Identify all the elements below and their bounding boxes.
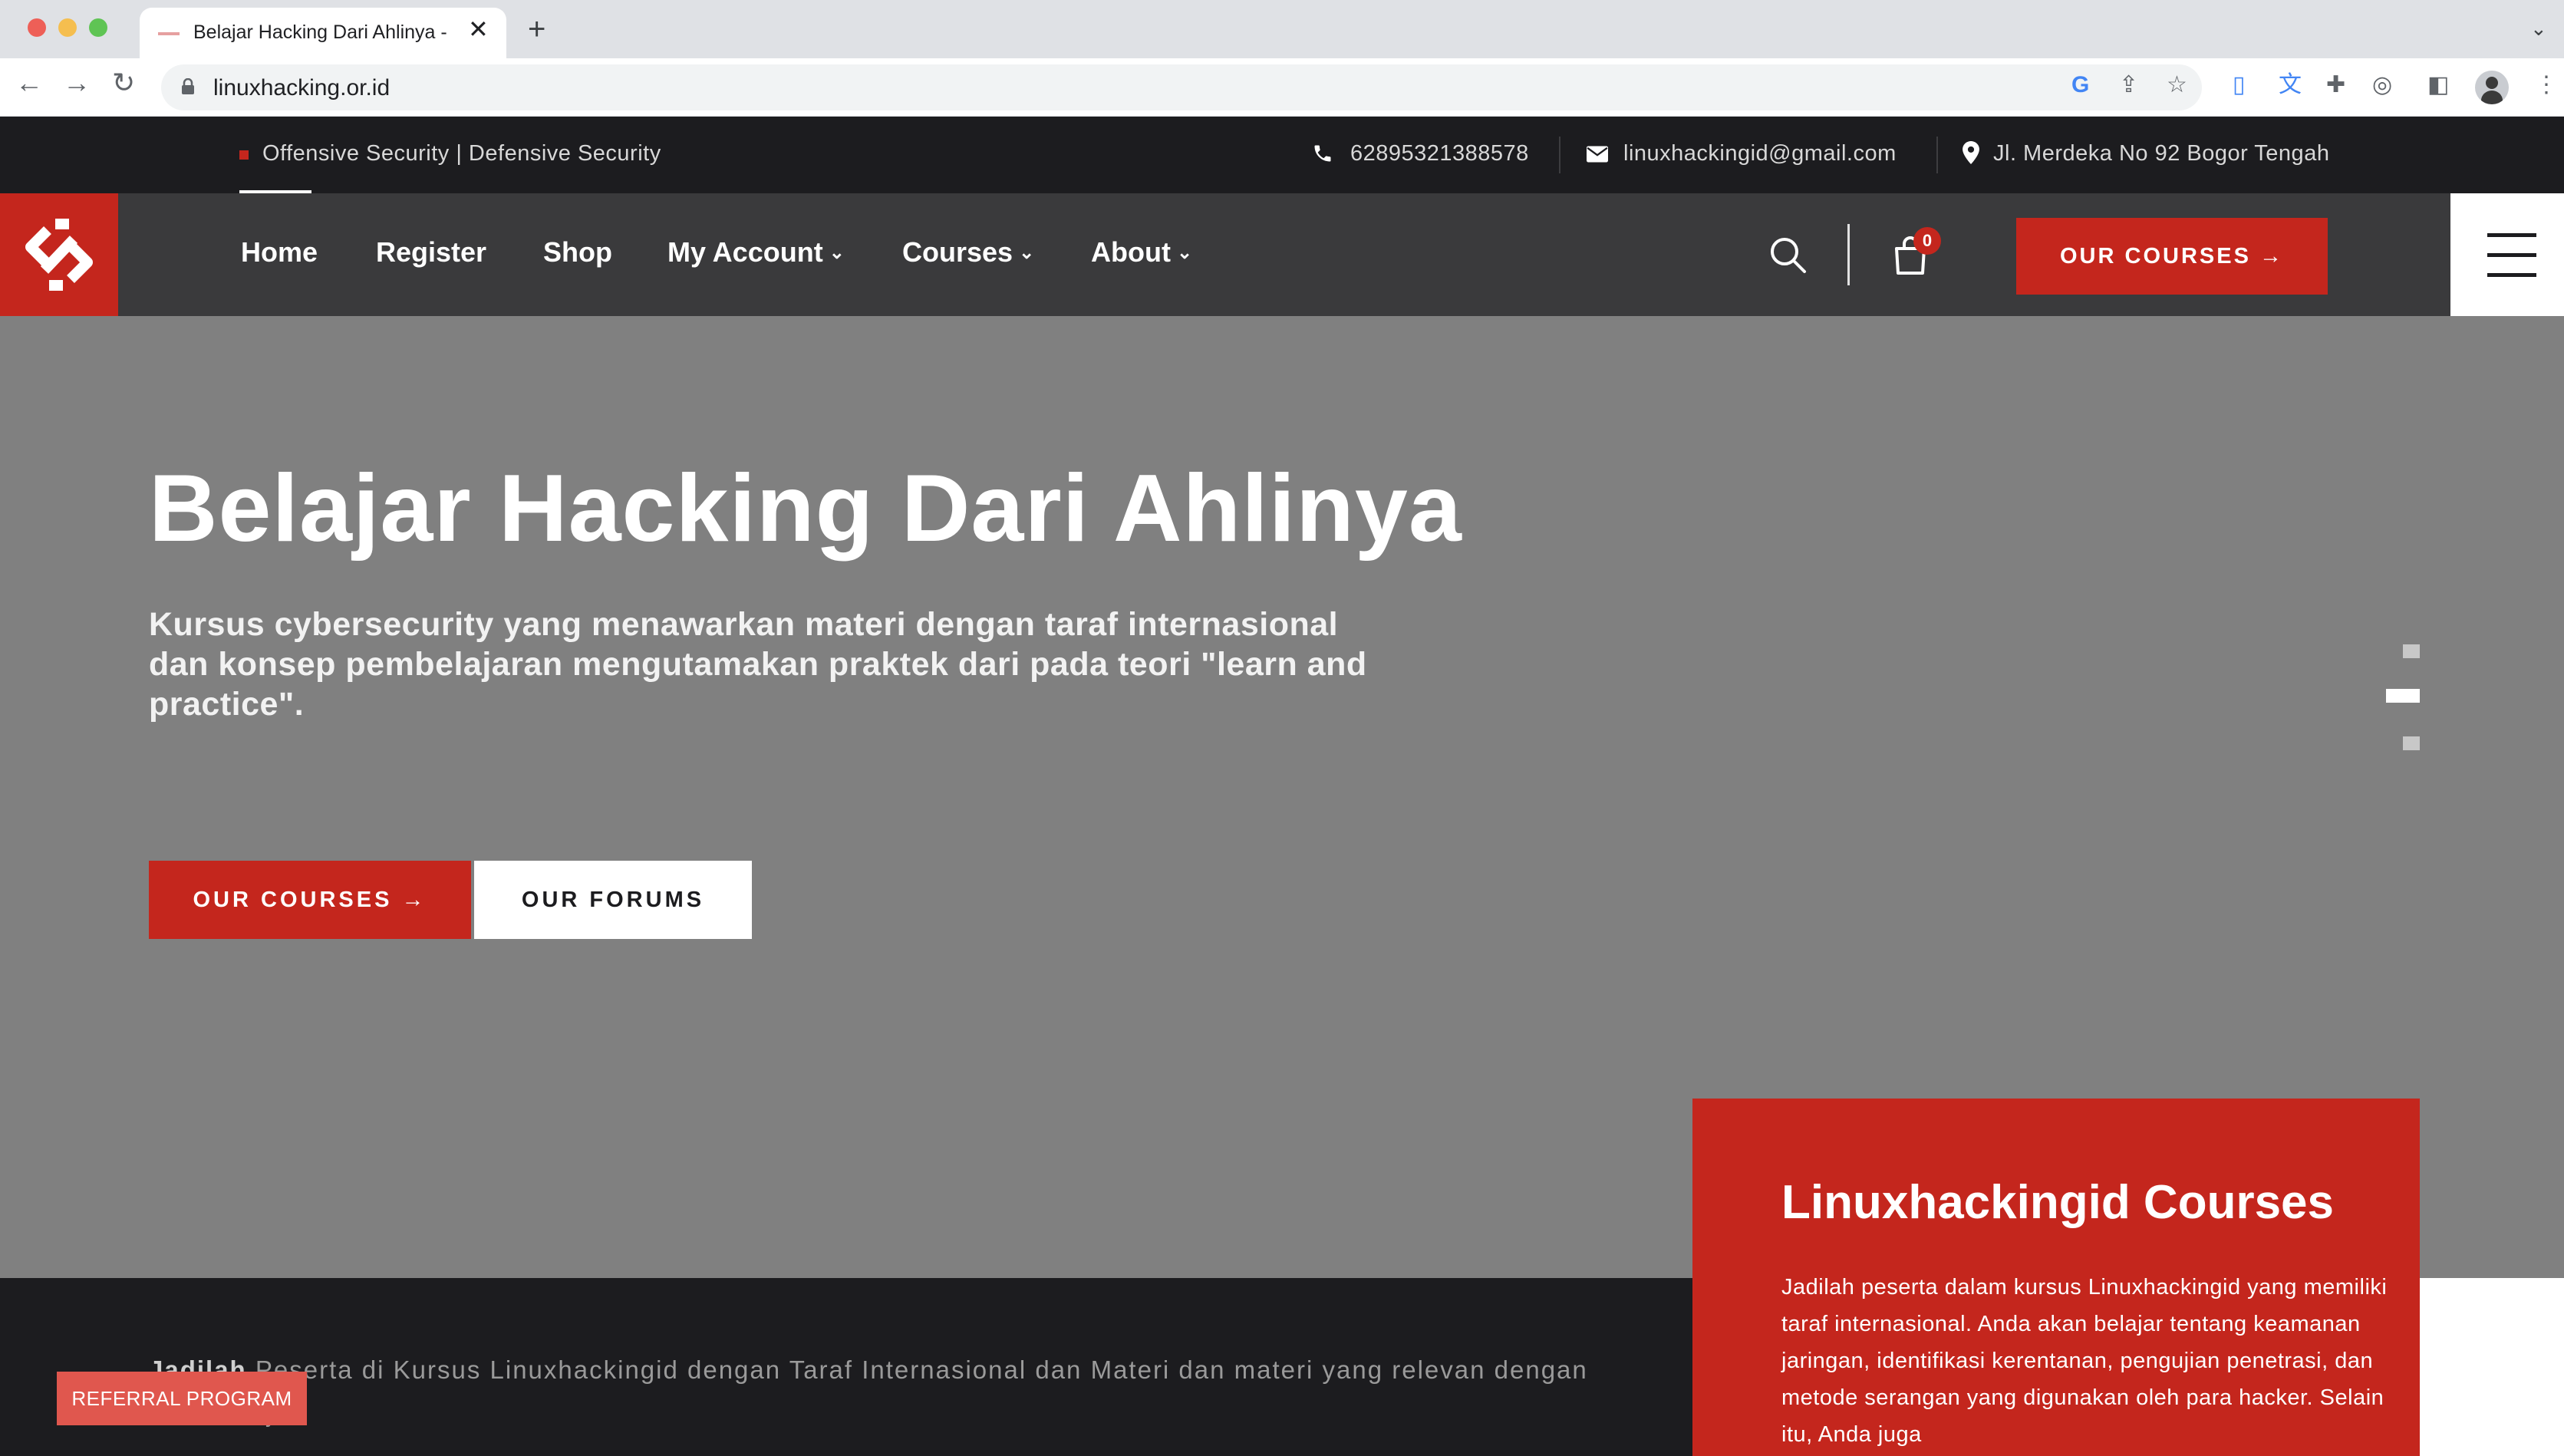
lock-icon [182, 78, 194, 94]
phone-icon [1314, 145, 1331, 162]
chevron-down-icon: ⌄ [1019, 242, 1035, 263]
our-courses-nav-button[interactable]: OUR COURSES → [2016, 218, 2328, 295]
hamburger-line [2487, 253, 2536, 257]
slider-dot-1[interactable] [2403, 644, 2420, 658]
slider-dot-2-active[interactable] [2386, 689, 2420, 703]
extension-icon[interactable]: ▯ [2233, 74, 2246, 97]
google-lens-icon[interactable]: G [2071, 74, 2089, 97]
location-pin-icon [1963, 141, 1979, 164]
nav-shop[interactable]: Shop [543, 236, 612, 268]
courses-card: Linuxhackingid Courses Jadilah peserta d… [1692, 1099, 2420, 1456]
referral-program-button[interactable]: REFERRAL PROGRAM [57, 1372, 307, 1425]
phone-number[interactable]: 62895321388578 [1350, 141, 1529, 166]
tagline: Offensive Security | Defensive Security [262, 141, 661, 166]
chevron-down-icon: ⌄ [829, 242, 845, 263]
intro-band: Jadilah Peserta di Kursus Linuxhackingid… [0, 1278, 1696, 1456]
courses-card-title: Linuxhackingid Courses [1781, 1176, 2335, 1229]
linuxhacking-logo-icon [25, 219, 93, 291]
nav-home[interactable]: Home [241, 236, 318, 268]
info-separator [1936, 137, 1938, 173]
nav-about[interactable]: About ⌄ [1091, 236, 1192, 268]
intro-body: Peserta di Kursus Linuxhackingid dengan … [149, 1356, 1588, 1427]
hero-subtitle: Kursus cybersecurity yang menawarkan mat… [149, 606, 1367, 723]
back-icon[interactable]: ← [15, 69, 43, 97]
browser-tab-bar: Belajar Hacking Dari Ahlinya - Linuxhack… [0, 0, 2564, 58]
address: Jl. Merdeka No 92 Bogor Tengah [1993, 141, 2330, 166]
browser-tab-active[interactable]: Belajar Hacking Dari Ahlinya - Linuxhack… [140, 8, 506, 58]
mail-icon [1587, 146, 1608, 163]
minimize-window-button[interactable] [58, 18, 77, 37]
reload-icon[interactable]: ↻ [112, 69, 135, 97]
courses-card-text: Jadilah peserta dalam kursus Linuxhackin… [1781, 1275, 2388, 1447]
email-address[interactable]: linuxhackingid@gmail.com [1623, 141, 1897, 166]
performance-icon[interactable]: ◎ [2372, 74, 2392, 97]
main-navbar: Home Register Shop My Account ⌄ Courses ⌄ … [0, 193, 2564, 316]
bookmark-star-icon[interactable]: ☆ [2167, 74, 2187, 97]
hamburger-line [2487, 273, 2536, 277]
intro-text: Jadilah Peserta di Kursus Linuxhackingid… [149, 1349, 1653, 1435]
tab-close-icon[interactable]: ✕ [468, 17, 489, 41]
tab-search-chevron-icon[interactable]: ⌄ [2530, 18, 2547, 38]
search-icon[interactable] [1765, 232, 1811, 278]
site-logo[interactable] [0, 193, 118, 316]
close-window-button[interactable] [28, 18, 46, 37]
new-tab-button[interactable]: + [528, 14, 545, 44]
site-info-bar: Offensive Security | Defensive Security … [0, 117, 2564, 193]
cart-count-badge: 0 [1913, 227, 1941, 255]
slider-dot-3[interactable] [2403, 736, 2420, 750]
nav-my-account[interactable]: My Account ⌄ [667, 236, 845, 268]
hamburger-menu-button[interactable] [2450, 193, 2564, 316]
chevron-down-icon: ⌄ [1176, 242, 1193, 263]
share-icon[interactable]: ⇪ [2119, 74, 2138, 97]
info-separator [1559, 137, 1560, 173]
forward-icon[interactable]: → [63, 69, 91, 97]
sidepanel-icon[interactable]: ◧ [2427, 74, 2449, 97]
nav-separator [1847, 224, 1850, 285]
our-forums-button[interactable]: OUR FORUMS [474, 861, 752, 939]
our-courses-button[interactable]: OUR COURSES → [149, 861, 471, 939]
more-icon[interactable]: ⋮ [2535, 74, 2558, 97]
nav-courses[interactable]: Courses ⌄ [902, 236, 1034, 268]
tab-title: Belajar Hacking Dari Ahlinya - Linuxhack… [193, 21, 447, 43]
favicon-icon [158, 32, 180, 35]
puzzle-icon[interactable]: ✚ [2326, 74, 2345, 97]
hamburger-line [2487, 233, 2536, 237]
translate-icon[interactable]: 文 [2279, 74, 2302, 97]
profile-avatar[interactable] [2475, 71, 2509, 104]
nav-register[interactable]: Register [376, 236, 486, 268]
browser-toolbar: ← → ↻ linuxhacking.or.id G ⇪ ☆ ▯ 文 ✚ ◎ ◧… [0, 58, 2564, 117]
maximize-window-button[interactable] [89, 18, 107, 37]
address-bar[interactable]: linuxhacking.or.id G ⇪ ☆ [161, 64, 2202, 110]
url-text: linuxhacking.or.id [213, 75, 391, 100]
hero-title: Belajar Hacking Dari Ahlinya [149, 456, 1462, 562]
tagline-bullet [239, 150, 249, 160]
